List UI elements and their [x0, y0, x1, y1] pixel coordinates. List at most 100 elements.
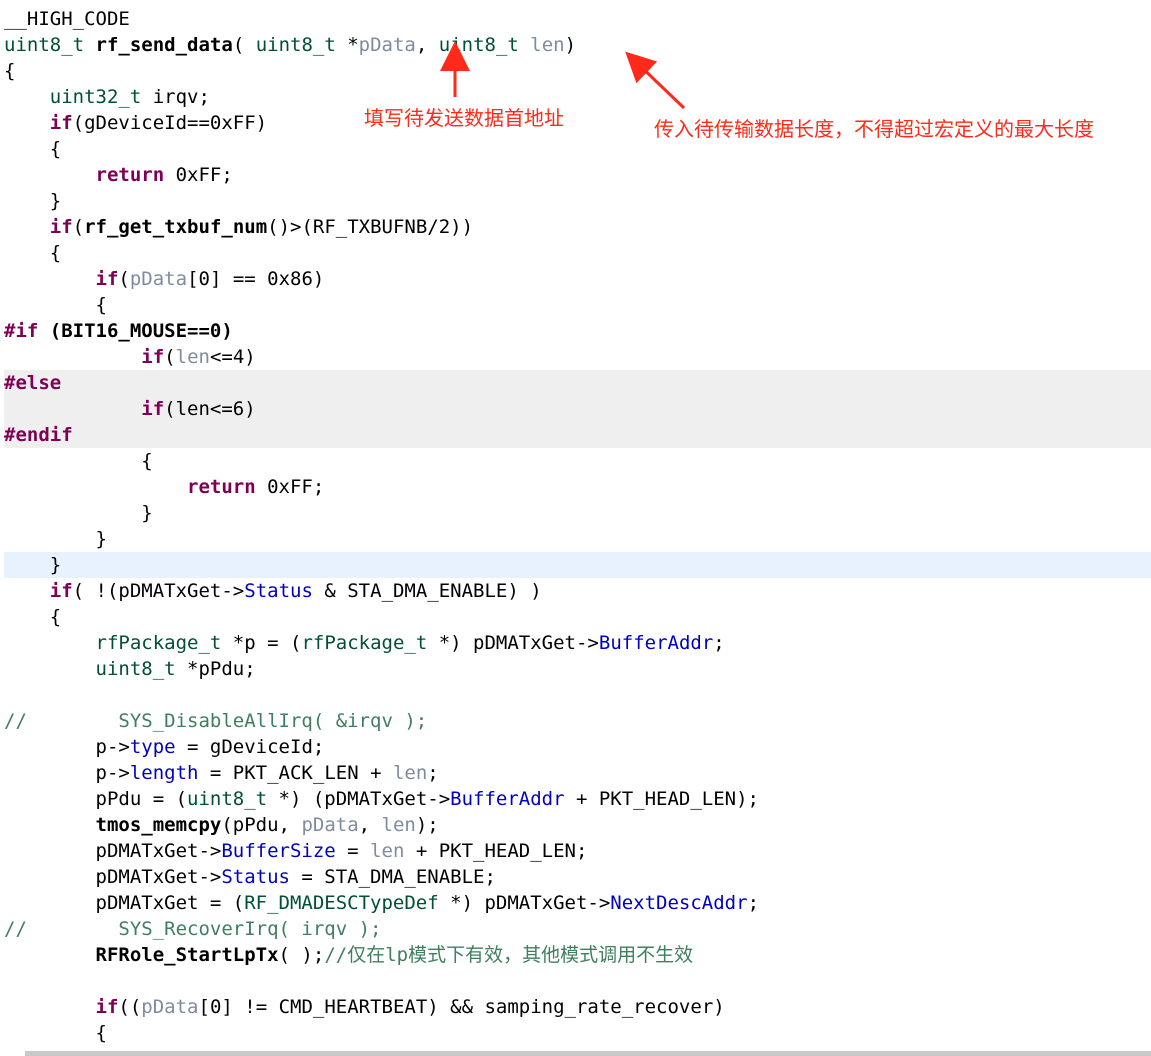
code-line[interactable]: if(len<=4) — [4, 344, 255, 370]
code-token: ()>( — [267, 216, 313, 238]
code-line[interactable]: pDMATxGet->Status = STA_DMA_ENABLE; — [4, 864, 496, 890]
code-token: if — [49, 580, 73, 602]
code-line[interactable]: pDMATxGet->BufferSize = len + PKT_HEAD_L… — [4, 838, 588, 864]
line-highlight — [4, 422, 1151, 448]
code-line[interactable]: p->type = gDeviceId; — [4, 734, 325, 760]
code-line[interactable]: uint8_t rf_send_data( uint8_t *pData, ui… — [4, 32, 576, 58]
code-token: pDMATxGet-> — [4, 840, 222, 862]
code-line[interactable]: } — [4, 526, 107, 552]
code-token: (gDeviceId==0xFF) — [72, 112, 268, 134]
code-token: (( — [118, 996, 142, 1018]
code-token: uint32_t — [49, 86, 142, 108]
code-line[interactable]: tmos_memcpy(pPdu, pData, len); — [4, 812, 439, 838]
code-token: & STA_DMA_ENABLE) ) — [312, 580, 542, 602]
code-line[interactable]: { — [4, 604, 61, 630]
code-editor[interactable]: __HIGH_CODE uint8_t rf_send_data( uint8_t… — [0, 0, 1151, 1056]
code-token: BufferSize — [221, 840, 336, 862]
code-line[interactable]: // SYS_RecoverIrq( irqv ); — [4, 916, 382, 942]
code-line[interactable]: RFRole_StartLpTx( );//仅在lp模式下有效，其他模式调用不生… — [4, 942, 694, 968]
code-token: } — [4, 502, 153, 524]
code-token: #else — [4, 372, 62, 394]
horizontal-scrollbar[interactable] — [25, 1051, 1151, 1056]
code-token: *pPdu; — [175, 658, 256, 680]
code-line[interactable]: // SYS_DisableAllIrq( &irqv ); — [4, 708, 427, 734]
code-line[interactable]: #endif — [4, 422, 73, 448]
code-token: uint8_t — [95, 658, 176, 680]
code-token: // SYS_DisableAllIrq( &irqv ); — [4, 710, 428, 732]
code-token: if — [95, 996, 119, 1018]
code-token: { — [4, 1022, 107, 1044]
code-token: (len<=6) — [164, 398, 256, 420]
code-token: rf_get_txbuf_num — [84, 216, 268, 238]
code-token: //仅在lp模式下有效，其他模式调用不生效 — [324, 944, 694, 966]
code-token: (pPdu, — [221, 814, 302, 836]
code-line[interactable]: if(len<=6) — [4, 396, 256, 422]
code-token: ( ); — [278, 944, 325, 966]
code-token: { — [4, 450, 153, 472]
code-token: { — [4, 606, 62, 628]
line-highlight — [4, 552, 1151, 578]
code-token: uint8_t — [187, 788, 268, 810]
code-token: ); — [415, 814, 439, 836]
code-line[interactable]: return 0xFF; — [4, 474, 324, 500]
code-line[interactable]: #else — [4, 370, 61, 396]
pdata-annotation: 填写待发送数据首地址 — [364, 106, 564, 130]
code-token: BufferAddr — [450, 788, 565, 810]
code-line[interactable]: __HIGH_CODE — [4, 6, 130, 32]
code-line[interactable]: } — [4, 552, 61, 578]
code-token: if — [141, 346, 165, 368]
line-highlight — [4, 370, 1151, 396]
code-line[interactable]: return 0xFF; — [4, 162, 233, 188]
code-token: { — [4, 242, 62, 264]
code-line[interactable]: uint8_t *pPdu; — [4, 656, 256, 682]
code-line[interactable]: if(rf_get_txbuf_num()>(RF_TXBUFNB/2)) — [4, 214, 473, 240]
code-line[interactable]: #if (BIT16_MOUSE==0) — [4, 318, 233, 344]
code-line[interactable]: pPdu = (uint8_t *) (pDMATxGet->BufferAdd… — [4, 786, 760, 812]
code-token: p-> — [4, 736, 130, 758]
code-line[interactable]: { — [4, 58, 15, 84]
code-token: len — [392, 762, 428, 784]
code-line[interactable]: { — [4, 292, 107, 318]
code-token: p-> — [4, 762, 130, 784]
code-token: len — [530, 34, 565, 56]
code-line[interactable]: if(gDeviceId==0xFF) — [4, 110, 267, 136]
code-token: { — [4, 138, 62, 160]
code-token: , — [358, 814, 382, 836]
code-line[interactable]: uint32_t irqv; — [4, 84, 210, 110]
code-token: pData — [141, 996, 199, 1018]
code-token: irqv; — [141, 86, 210, 108]
code-line[interactable]: { — [4, 1020, 107, 1046]
code-token: return — [187, 476, 256, 498]
code-line[interactable]: } — [4, 188, 61, 214]
code-token: RF_DMADESCTypeDef — [244, 892, 439, 914]
code-token: , — [415, 34, 439, 56]
code-line[interactable]: pDMATxGet = (RF_DMADESCTypeDef *) pDMATx… — [4, 890, 760, 916]
code-line[interactable]: p->length = PKT_ACK_LEN + len; — [4, 760, 439, 786]
code-token: len — [381, 814, 416, 836]
code-token: rfPackage_t — [95, 632, 222, 654]
code-line[interactable]: rfPackage_t *p = (rfPackage_t *) pDMATxG… — [4, 630, 725, 656]
code-token: pData — [129, 268, 188, 290]
code-token: pDMATxGet = ( — [4, 892, 245, 914]
code-line[interactable]: if((pData[0] != CMD_HEARTBEAT) && sampin… — [4, 994, 725, 1020]
code-line[interactable]: { — [4, 448, 153, 474]
code-token: rf_send_data — [95, 34, 233, 56]
code-token: type — [129, 736, 176, 758]
code-token: [0] == 0x86) — [187, 268, 325, 290]
code-line[interactable]: } — [4, 500, 153, 526]
code-token: tmos_memcpy — [95, 814, 222, 836]
code-line[interactable]: if( !(pDMATxGet->Status & STA_DMA_ENABLE… — [4, 578, 542, 604]
code-token: BufferAddr — [598, 632, 714, 654]
code-line[interactable]: if(pData[0] == 0x86) — [4, 266, 325, 292]
code-line[interactable]: { — [4, 240, 61, 266]
code-token: RF_TXBUFNB — [312, 216, 428, 238]
code-token: { — [4, 60, 16, 82]
code-token: length — [129, 762, 199, 784]
code-line[interactable]: { — [4, 136, 61, 162]
